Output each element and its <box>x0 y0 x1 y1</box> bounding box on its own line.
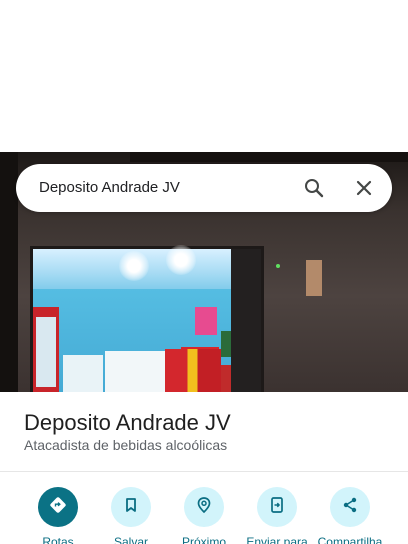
search-icon[interactable] <box>304 178 324 198</box>
search-bar[interactable]: Deposito Andrade JV <box>16 164 392 212</box>
share-button[interactable]: Compartilha <box>310 487 390 544</box>
send-to-phone-icon <box>268 496 286 519</box>
place-category: Atacadista de bebidas alcoólicas <box>24 437 228 453</box>
send-to-phone-button[interactable]: Enviar para <box>237 487 317 544</box>
place-title: Deposito Andrade JV <box>24 410 231 435</box>
bookmark-icon <box>122 496 140 519</box>
action-label: Compartilha <box>317 535 383 544</box>
action-label: Rotas <box>42 535 74 544</box>
directions-icon <box>49 496 67 519</box>
share-icon <box>341 496 359 519</box>
shop-interior <box>30 245 264 392</box>
nearby-button[interactable]: Próximo <box>164 487 244 544</box>
save-button[interactable]: Salvar <box>91 487 171 544</box>
divider <box>0 471 408 472</box>
search-input[interactable]: Deposito Andrade JV <box>39 179 180 196</box>
nearby-icon <box>195 496 213 519</box>
directions-button[interactable]: Rotas <box>18 487 98 544</box>
action-label: Enviar para <box>246 535 308 544</box>
action-label: Salvar <box>113 535 148 544</box>
action-label: Próximo <box>181 535 226 544</box>
place-details-page: Deposito Andrade JV Deposito Andrade JV … <box>0 0 408 544</box>
close-icon[interactable] <box>354 178 374 198</box>
